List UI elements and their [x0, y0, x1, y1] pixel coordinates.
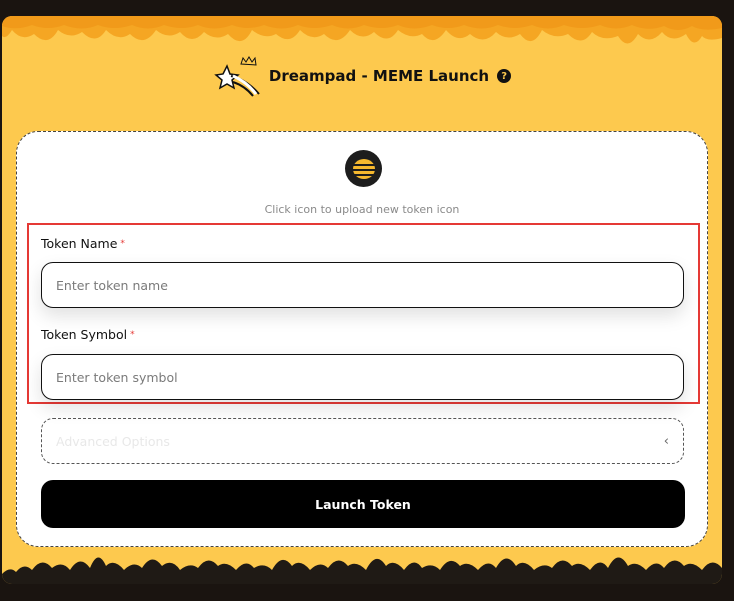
- page-header: Dreampad - MEME Launch ?: [2, 54, 722, 98]
- upload-hint: Click icon to upload new token icon: [264, 203, 460, 216]
- question-circle-icon[interactable]: ?: [497, 69, 512, 83]
- launch-token-button[interactable]: Launch Token: [41, 480, 685, 528]
- token-name-input[interactable]: [41, 262, 684, 308]
- token-name-label: Token Name *: [41, 236, 125, 251]
- required-marker: *: [130, 330, 135, 340]
- advanced-options-toggle[interactable]: Advanced Options ‹: [41, 418, 684, 464]
- token-name-label-text: Token Name: [41, 236, 118, 251]
- advanced-options-label: Advanced Options: [56, 433, 170, 449]
- honey-drip-bottom: [2, 557, 722, 584]
- chevron-left-icon: ‹: [663, 433, 669, 449]
- token-upload-icon: [352, 158, 375, 179]
- token-symbol-label-text: Token Symbol: [41, 327, 128, 342]
- shooting-star-icon: [214, 56, 260, 97]
- token-symbol-input[interactable]: [41, 354, 684, 400]
- required-marker: *: [120, 239, 125, 249]
- launch-panel: Dreampad - MEME Launch ? Click icon to u…: [2, 16, 722, 584]
- token-symbol-label: Token Symbol *: [41, 327, 135, 342]
- page-title: Dreampad - MEME Launch: [268, 67, 490, 85]
- token-form-card: Click icon to upload new token icon Toke…: [16, 131, 708, 547]
- beehive-icon[interactable]: [345, 150, 382, 187]
